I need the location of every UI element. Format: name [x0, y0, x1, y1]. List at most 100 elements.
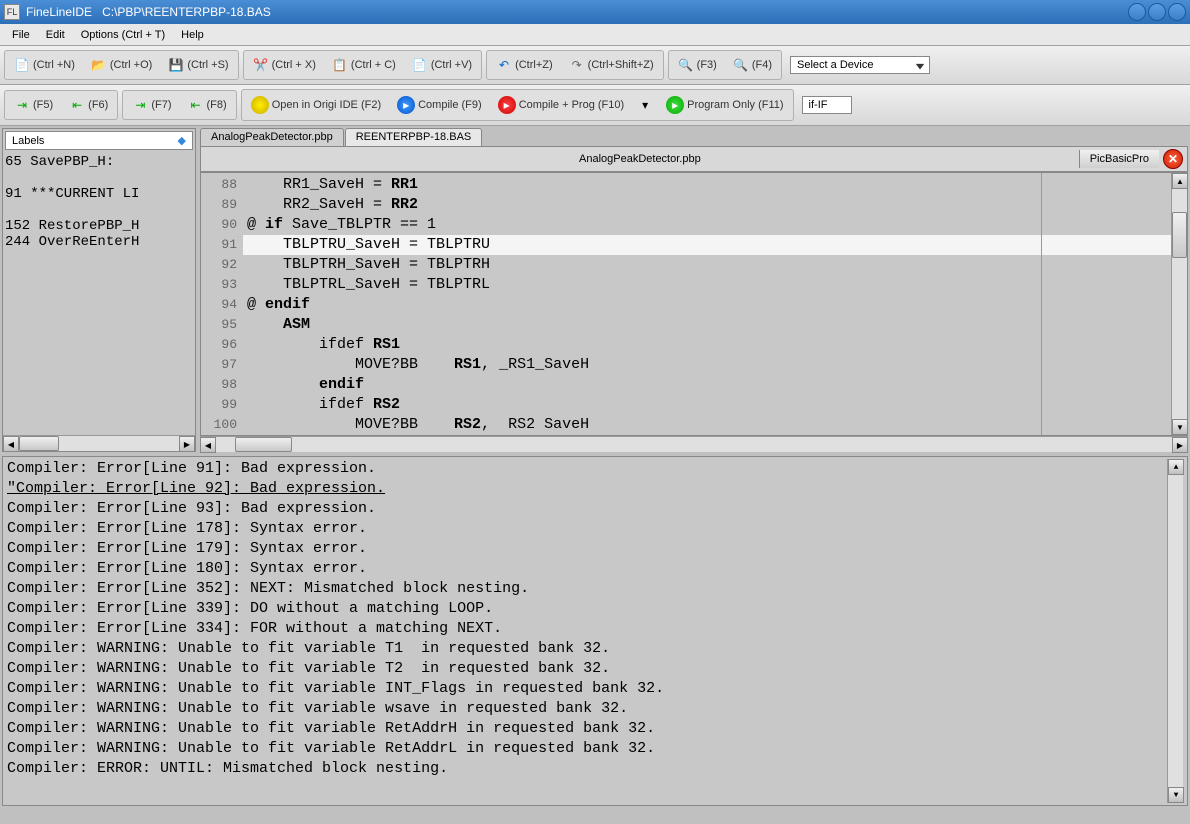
labels-header[interactable]: Labels ◆: [5, 131, 193, 150]
output-line[interactable]: Compiler: WARNING: Unable to fit variabl…: [7, 639, 1167, 659]
play-green-icon: ▸: [666, 96, 684, 114]
margin-line: [1041, 173, 1042, 435]
output-content: Compiler: Error[Line 91]: Bad expression…: [7, 459, 1167, 803]
labels-list-item[interactable]: 91 ***CURRENT LI: [5, 186, 193, 202]
scroll-up-button[interactable]: ▲: [1168, 459, 1184, 475]
labels-hscroll[interactable]: ◀ ▶: [3, 435, 195, 451]
maximize-button[interactable]: [1148, 3, 1166, 21]
scroll-thumb[interactable]: [1172, 212, 1187, 258]
save-button[interactable]: 💾(Ctrl +S): [161, 53, 235, 77]
code-line[interactable]: TBLPTRL_SaveH = TBLPTRL: [243, 275, 1171, 295]
scroll-left-button[interactable]: ◀: [3, 436, 19, 452]
compiler-output[interactable]: Compiler: Error[Line 91]: Bad expression…: [2, 456, 1188, 806]
labels-list-item[interactable]: [5, 202, 193, 218]
cut-button[interactable]: ✂️(Ctrl + X): [246, 53, 323, 77]
close-file-button[interactable]: ✕: [1163, 149, 1183, 169]
menu-help[interactable]: Help: [173, 27, 212, 43]
language-button[interactable]: PicBasicPro: [1079, 150, 1159, 168]
tab-analog[interactable]: AnalogPeakDetector.pbp: [200, 128, 344, 146]
output-line[interactable]: Compiler: WARNING: Unable to fit variabl…: [7, 739, 1167, 759]
menu-edit[interactable]: Edit: [38, 27, 73, 43]
nav-diamond-icon[interactable]: ◆: [178, 134, 186, 147]
minimize-button[interactable]: [1128, 3, 1146, 21]
code-line[interactable]: ifdef RS2: [243, 395, 1171, 415]
scroll-up-button[interactable]: ▲: [1172, 173, 1188, 189]
redo-button[interactable]: ↷(Ctrl+Shift+Z): [562, 53, 661, 77]
tab-reenter[interactable]: REENTERPBP-18.BAS: [345, 128, 483, 146]
code-line[interactable]: RR1_SaveH = RR1: [243, 175, 1171, 195]
f6-button[interactable]: ⇤(F6): [62, 93, 115, 117]
labels-list[interactable]: 65 SavePBP_H: 91 ***CURRENT LI 152 Resto…: [3, 152, 195, 435]
output-line[interactable]: Compiler: ERROR: UNTIL: Mismatched block…: [7, 759, 1167, 779]
code-line[interactable]: endif: [243, 375, 1171, 395]
line-gutter: 888990919293949596979899100: [201, 173, 243, 435]
labels-list-item[interactable]: 244 OverReEnterH: [5, 234, 193, 250]
compile-button[interactable]: ▸Compile (F9): [390, 92, 489, 118]
code-area[interactable]: RR1_SaveH = RR1 RR2_SaveH = RR2@ if Save…: [243, 173, 1171, 435]
output-line[interactable]: Compiler: Error[Line 339]: DO without a …: [7, 599, 1167, 619]
open-button[interactable]: 📂(Ctrl +O): [84, 53, 159, 77]
output-line[interactable]: Compiler: WARNING: Unable to fit variabl…: [7, 659, 1167, 679]
labels-list-item[interactable]: 152 RestorePBP_H: [5, 218, 193, 234]
scroll-down-button[interactable]: ▼: [1172, 419, 1188, 435]
f7-button[interactable]: ⇥(F7): [125, 93, 178, 117]
copy-icon: 📋: [332, 57, 348, 73]
open-ide-button[interactable]: Open in Origi IDE (F2): [244, 92, 388, 118]
output-line[interactable]: Compiler: Error[Line 91]: Bad expression…: [7, 459, 1167, 479]
file-title: AnalogPeakDetector.pbp: [201, 150, 1079, 168]
replace-button[interactable]: 🔍(F4): [726, 53, 779, 77]
labels-list-item[interactable]: 65 SavePBP_H:: [5, 154, 193, 170]
device-selector-text: Select a Device: [797, 59, 873, 71]
code-line[interactable]: ifdef RS1: [243, 335, 1171, 355]
code-line[interactable]: @ endif: [243, 295, 1171, 315]
app-icon: FL: [4, 4, 20, 20]
device-selector[interactable]: Select a Device: [790, 56, 930, 74]
menu-options[interactable]: Options (Ctrl + T): [73, 27, 173, 43]
code-line[interactable]: @ if Save_TBLPTR == 1: [243, 215, 1171, 235]
if-textbox[interactable]: if-IF: [802, 96, 852, 114]
copy-button[interactable]: 📋(Ctrl + C): [325, 53, 403, 77]
labels-list-item[interactable]: [5, 170, 193, 186]
code-line[interactable]: MOVE?BB RS1, _RS1_SaveH: [243, 355, 1171, 375]
close-window-button[interactable]: [1168, 3, 1186, 21]
output-line[interactable]: Compiler: WARNING: Unable to fit variabl…: [7, 719, 1167, 739]
f5-button[interactable]: ⇥(F5): [7, 93, 60, 117]
scroll-down-button[interactable]: ▼: [1168, 787, 1184, 803]
code-line[interactable]: ASM: [243, 315, 1171, 335]
output-line[interactable]: Compiler: WARNING: Unable to fit variabl…: [7, 699, 1167, 719]
scroll-right-button[interactable]: ▶: [179, 436, 195, 452]
find-button[interactable]: 🔍(F3): [671, 53, 724, 77]
window-title: FineLineIDE C:\PBP\REENTERPBP-18.BAS: [26, 5, 271, 19]
output-line[interactable]: Compiler: Error[Line 352]: NEXT: Mismatc…: [7, 579, 1167, 599]
code-line[interactable]: TBLPTRU_SaveH = TBLPTRU: [243, 235, 1171, 255]
scroll-thumb[interactable]: [19, 436, 59, 451]
code-line[interactable]: TBLPTRH_SaveH = TBLPTRH: [243, 255, 1171, 275]
code-editor[interactable]: 888990919293949596979899100 RR1_SaveH = …: [200, 172, 1188, 436]
paste-button[interactable]: 📄(Ctrl +V): [405, 53, 479, 77]
f8-button[interactable]: ⇤(F8): [181, 93, 234, 117]
output-line[interactable]: Compiler: Error[Line 180]: Syntax error.: [7, 559, 1167, 579]
new-file-icon: 📄: [14, 57, 30, 73]
scroll-left-button[interactable]: ◀: [200, 437, 216, 453]
dropdown-icon[interactable]: ▾: [637, 97, 653, 113]
undo-button[interactable]: ↶(Ctrl+Z): [489, 53, 560, 77]
compile-prog-button[interactable]: ▸Compile + Prog (F10): [491, 92, 631, 118]
output-vscroll[interactable]: ▲ ▼: [1167, 459, 1183, 803]
code-line[interactable]: RR2_SaveH = RR2: [243, 195, 1171, 215]
new-button[interactable]: 📄(Ctrl +N): [7, 53, 82, 77]
outdent-icon: ⇤: [69, 97, 85, 113]
output-line[interactable]: Compiler: Error[Line 334]: FOR without a…: [7, 619, 1167, 639]
output-line[interactable]: Compiler: Error[Line 93]: Bad expression…: [7, 499, 1167, 519]
dropdown-arrow-icon: [913, 59, 927, 73]
menu-file[interactable]: File: [4, 27, 38, 43]
editor-hscroll[interactable]: ◀ ▶: [200, 436, 1188, 452]
output-line[interactable]: Compiler: Error[Line 178]: Syntax error.: [7, 519, 1167, 539]
editor-vscroll[interactable]: ▲ ▼: [1171, 173, 1187, 435]
code-line[interactable]: MOVE?BB RS2, RS2 SaveH: [243, 415, 1171, 435]
scroll-thumb[interactable]: [235, 437, 292, 452]
scroll-right-button[interactable]: ▶: [1172, 437, 1188, 453]
output-line[interactable]: Compiler: WARNING: Unable to fit variabl…: [7, 679, 1167, 699]
program-only-button[interactable]: ▸Program Only (F11): [659, 92, 790, 118]
output-line[interactable]: Compiler: Error[Line 179]: Syntax error.: [7, 539, 1167, 559]
output-line[interactable]: "Compiler: Error[Line 92]: Bad expressio…: [7, 479, 1167, 499]
